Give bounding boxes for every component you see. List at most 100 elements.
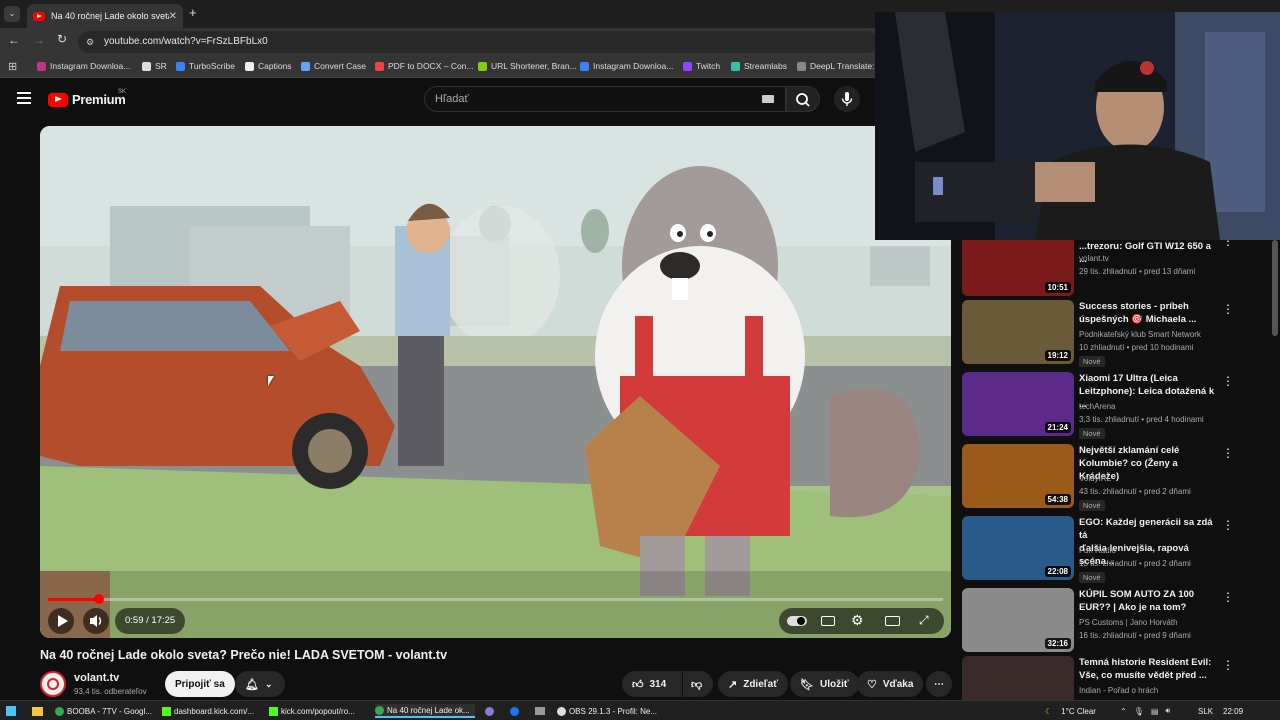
microphone-tray-icon[interactable]: 🎙︎: [1134, 707, 1144, 716]
recommendation-card[interactable]: Temná historie Resident Evil: Vše, co mus…: [962, 656, 1274, 700]
bookmark-item[interactable]: PDF to DOCX – Con...: [375, 61, 474, 71]
recommendation-card[interactable]: 21:24 Xiaomi 17 Ultra (Leica Leitzphone):…: [962, 372, 1274, 439]
messenger-app-icon[interactable]: [510, 704, 519, 718]
thanks-button[interactable]: ♡ Vďaka: [857, 671, 924, 697]
theater-mode-icon[interactable]: [885, 616, 900, 626]
system-tray[interactable]: ⌃ 🎙︎ ▤ 🔊︎: [1120, 704, 1170, 718]
bookmark-item[interactable]: Convert Case: [301, 61, 366, 71]
progress-scrubber[interactable]: [93, 594, 104, 604]
reload-icon[interactable]: ↻: [57, 32, 67, 46]
weather-widget[interactable]: ☾ 1°C Clear: [1045, 704, 1096, 718]
recommendation-channel[interactable]: techArena: [1079, 402, 1115, 411]
apps-grid-icon[interactable]: ⊞: [8, 60, 17, 73]
youtube-favicon-icon: [33, 11, 45, 21]
notifications-button[interactable]: 🔔︎ ⌄: [235, 671, 285, 697]
recommendation-title[interactable]: Success stories - príbeh úspešných 🎯 Mich…: [1079, 300, 1219, 326]
video-player[interactable]: 0:59 / 17:25 ⚙ ⤢: [40, 126, 951, 638]
language-indicator[interactable]: SLK: [1198, 704, 1213, 718]
share-button[interactable]: ↗ Zdieľať: [718, 671, 788, 697]
volume-button[interactable]: [83, 608, 109, 634]
recommendation-title[interactable]: KÚPIL SOM AUTO ZA 100 EUR?? | Ako je na t…: [1079, 588, 1219, 614]
bookmark-item[interactable]: Instagram Downloa...: [580, 61, 673, 71]
scrollbar[interactable]: [1272, 240, 1278, 336]
video-thumbnail[interactable]: 54:38: [962, 444, 1074, 508]
recommendation-channel[interactable]: PS Customs | Jano Horváth: [1079, 618, 1178, 627]
video-thumbnail[interactable]: 19:12: [962, 300, 1074, 364]
chevron-up-icon[interactable]: ⌃: [1120, 707, 1127, 716]
subtitles-icon[interactable]: [821, 616, 835, 626]
recommendation-title[interactable]: Temná historie Resident Evil: Vše, co mus…: [1079, 656, 1219, 682]
progress-track[interactable]: [48, 594, 943, 604]
search-input[interactable]: Hľadať: [424, 86, 786, 112]
tab-list-button[interactable]: ⌄: [4, 6, 20, 22]
video-thumbnail[interactable]: 22:08: [962, 516, 1074, 580]
recommendation-card[interactable]: 10:51 ...trezoru: Golf GTI W12 650 a ...…: [962, 240, 1274, 296]
taskbar-item[interactable]: kick.com/popout/ro...: [269, 704, 369, 718]
start-button[interactable]: [6, 704, 16, 718]
autoplay-toggle[interactable]: [787, 616, 807, 626]
youtube-logo[interactable]: Premium: [48, 92, 126, 107]
settings-gear-icon[interactable]: ⚙: [851, 612, 864, 629]
more-vertical-icon[interactable]: ⋮: [1222, 518, 1234, 532]
site-info-icon[interactable]: ⚙: [86, 31, 94, 53]
play-button[interactable]: [48, 608, 74, 634]
voice-search-button[interactable]: [834, 86, 860, 112]
recommendation-channel[interactable]: Fun Radio: [1079, 546, 1116, 555]
bookmark-item[interactable]: TurboScribe: [176, 61, 235, 71]
bookmark-item[interactable]: SR: [142, 61, 167, 71]
taskbar-item[interactable]: BOOBA - 7TV - Googl...: [55, 704, 155, 718]
recommendation-channel[interactable]: Indian - Pořad o hrách: [1079, 686, 1158, 695]
new-tab-button[interactable]: +: [189, 5, 197, 20]
save-button[interactable]: 🔖︎ Uložiť: [790, 671, 859, 697]
recommendation-card[interactable]: 54:38 Největší zklamání celé Kolumbie? co…: [962, 444, 1274, 511]
network-icon[interactable]: ▤: [1151, 707, 1159, 716]
mail-app-icon[interactable]: [535, 704, 545, 718]
search-button[interactable]: [786, 86, 820, 112]
more-vertical-icon[interactable]: ⋮: [1222, 658, 1234, 672]
file-explorer-icon[interactable]: [32, 704, 43, 718]
more-vertical-icon[interactable]: ⋮: [1222, 240, 1234, 248]
more-vertical-icon[interactable]: ⋮: [1222, 446, 1234, 460]
recommendation-card[interactable]: 19:12 Success stories - príbeh úspešných …: [962, 300, 1274, 367]
video-thumbnail[interactable]: 21:24: [962, 372, 1074, 436]
bookmark-item[interactable]: URL Shortener, Bran...: [478, 61, 577, 71]
recommendation-channel[interactable]: volant.tv: [1079, 254, 1109, 263]
bookmark-item[interactable]: Instagram Downloa...: [37, 61, 130, 71]
headset-app-icon[interactable]: [485, 704, 494, 718]
recommendation-card[interactable]: 22:08 EGO: Každej generácii sa zdá tá ďal…: [962, 516, 1274, 583]
join-button[interactable]: Pripojiť sa: [165, 671, 235, 697]
browser-tab-active[interactable]: Na 40 ročnej Lade okolo sveta? ✕: [27, 4, 183, 28]
bookmark-item[interactable]: Captions: [245, 61, 292, 71]
chrome-icon: [55, 706, 64, 716]
more-actions-button[interactable]: ⋯: [926, 671, 952, 697]
back-icon[interactable]: ←: [8, 33, 20, 47]
recommendation-card[interactable]: 32:16 KÚPIL SOM AUTO ZA 100 EUR?? | Ako j…: [962, 588, 1274, 652]
bookmark-item[interactable]: Streamlabs: [731, 61, 787, 71]
bookmark-item[interactable]: Twitch: [683, 61, 720, 71]
channel-name[interactable]: volant.tv: [74, 672, 119, 684]
more-vertical-icon[interactable]: ⋮: [1222, 302, 1234, 316]
taskbar-item[interactable]: OBS 29.1.3 - Profil: Ne...: [557, 704, 657, 718]
speaker-icon[interactable]: 🔊︎: [1165, 706, 1170, 716]
address-field[interactable]: ⚙ youtube.com/watch?v=FrSzLBFbLx0: [78, 31, 878, 53]
channel-logo-icon: [47, 678, 59, 690]
tab-close-icon[interactable]: ✕: [169, 11, 177, 22]
recommendation-channel[interactable]: VoldyIRL: [1079, 474, 1111, 483]
fullscreen-icon[interactable]: ⤢: [919, 613, 929, 628]
video-thumbnail[interactable]: 10:51: [962, 240, 1074, 296]
video-thumbnail[interactable]: 32:16: [962, 588, 1074, 652]
taskbar-item[interactable]: dashboard.kick.com/...: [162, 704, 262, 718]
recommendation-channel[interactable]: Podnikateľský klub Smart Network: [1079, 330, 1201, 339]
bookmark-item[interactable]: DeepL Translate: N: [797, 61, 883, 71]
forward-icon[interactable]: →: [33, 33, 45, 47]
video-thumbnail[interactable]: [962, 656, 1074, 700]
taskbar-item-active[interactable]: Na 40 ročnej Lade ok...: [375, 704, 475, 718]
clock[interactable]: 22:09: [1223, 704, 1243, 718]
like-button[interactable]: 👍︎ 314: [622, 671, 682, 697]
dislike-button[interactable]: 👎︎: [683, 671, 713, 697]
menu-icon[interactable]: [17, 92, 31, 104]
more-vertical-icon[interactable]: ⋮: [1222, 590, 1234, 604]
channel-avatar[interactable]: [40, 671, 66, 697]
more-vertical-icon[interactable]: ⋮: [1222, 374, 1234, 388]
keyboard-icon[interactable]: [762, 95, 774, 103]
